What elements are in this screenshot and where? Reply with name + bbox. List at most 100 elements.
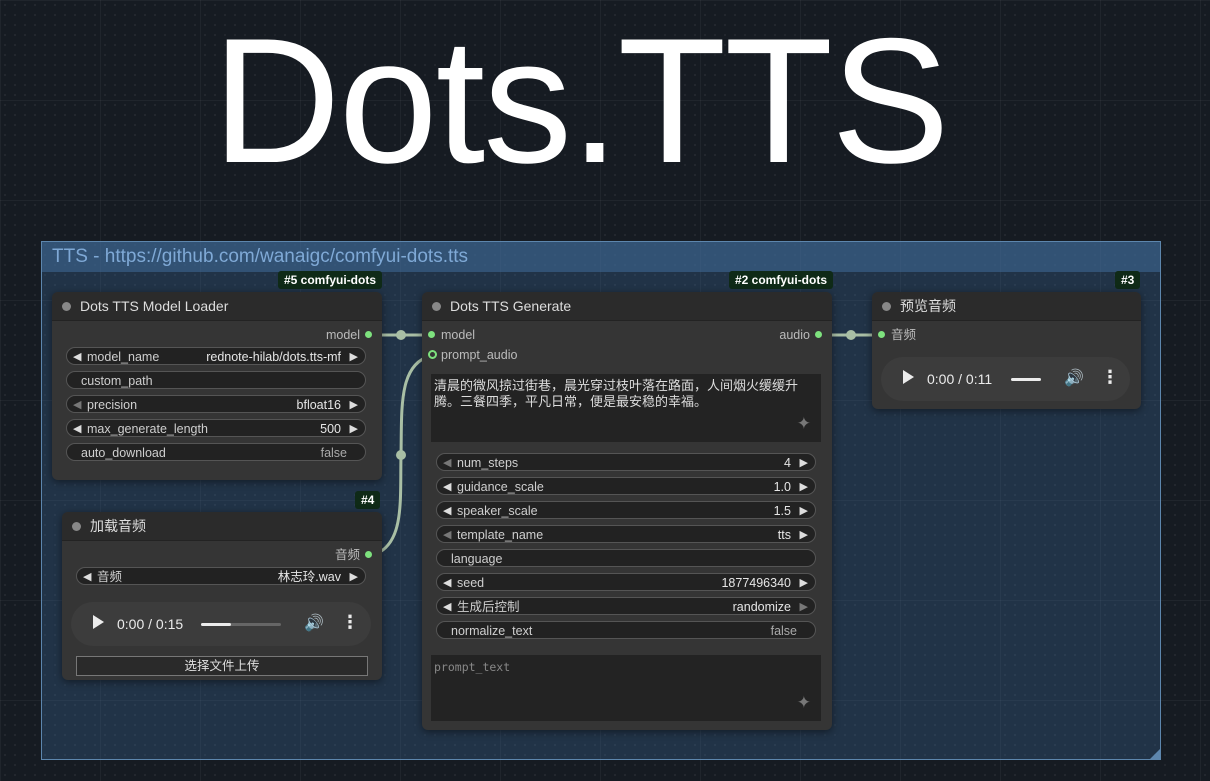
widget-label: custom_path bbox=[81, 374, 153, 388]
widget-value: bfloat16 bbox=[296, 398, 341, 412]
group-title[interactable]: TTS - https://github.com/wanaigc/comfyui… bbox=[42, 242, 1160, 272]
widget-template-name[interactable]: ◀ template_name tts ▶ bbox=[436, 525, 816, 543]
volume-icon[interactable]: 🔊 bbox=[304, 613, 324, 633]
audio-player[interactable]: 0:00 / 0:11 🔊 ⋮ bbox=[881, 357, 1130, 401]
input-port-prompt-audio[interactable]: prompt_audio bbox=[428, 347, 517, 363]
increment-arrow-icon[interactable]: ▶ bbox=[800, 478, 808, 496]
decrement-arrow-icon[interactable]: ◀ bbox=[73, 396, 81, 414]
decrement-arrow-icon[interactable]: ◀ bbox=[443, 526, 451, 544]
sparkle-icon[interactable]: ✦ bbox=[797, 694, 811, 711]
collapse-dot-icon[interactable] bbox=[432, 302, 441, 311]
upload-file-button[interactable]: 选择文件上传 bbox=[76, 656, 368, 676]
decrement-arrow-icon[interactable]: ◀ bbox=[443, 502, 451, 520]
widget-label: seed bbox=[457, 576, 485, 590]
widget-value: randomize bbox=[732, 600, 791, 614]
widget-normalize-text[interactable]: normalize_text false bbox=[436, 621, 816, 639]
widget-value: 林志玲.wav bbox=[277, 570, 341, 584]
increment-arrow-icon[interactable]: ▶ bbox=[800, 454, 808, 472]
widget-value: 1.0 bbox=[773, 480, 791, 494]
increment-arrow-icon[interactable]: ▶ bbox=[800, 502, 808, 520]
output-dot-icon[interactable] bbox=[365, 331, 372, 338]
decrement-arrow-icon[interactable]: ◀ bbox=[73, 348, 81, 366]
output-port-audio[interactable]: audio bbox=[779, 327, 822, 343]
input-label: prompt_audio bbox=[441, 348, 518, 362]
widget-guidance-scale[interactable]: ◀ guidance_scale 1.0 ▶ bbox=[436, 477, 816, 495]
load-audio-node[interactable]: 加载音频 音频 ◀ 音频 林志玲.wav ▶ 0:00 / 0:15 🔊 ⋮ 选… bbox=[62, 512, 382, 680]
volume-icon[interactable]: 🔊 bbox=[1064, 368, 1084, 388]
widget-control-after-generate[interactable]: ◀ 生成后控制 randomize ▶ bbox=[436, 597, 816, 615]
widget-language[interactable]: language bbox=[436, 549, 816, 567]
increment-arrow-icon[interactable]: ▶ bbox=[800, 598, 808, 616]
node-title-bar[interactable]: Dots TTS Model Loader bbox=[52, 292, 382, 321]
tts-generate-node[interactable]: Dots TTS Generate model prompt_audio aud… bbox=[422, 292, 832, 730]
collapse-dot-icon[interactable] bbox=[72, 522, 81, 531]
audio-seek-bar[interactable] bbox=[1011, 378, 1041, 381]
node-title-bar[interactable]: 预览音频 bbox=[872, 292, 1141, 321]
sparkle-icon[interactable]: ✦ bbox=[797, 415, 811, 432]
increment-arrow-icon[interactable]: ▶ bbox=[350, 396, 358, 414]
decrement-arrow-icon[interactable]: ◀ bbox=[73, 420, 81, 438]
output-dot-icon[interactable] bbox=[365, 551, 372, 558]
group-resize-handle[interactable] bbox=[1150, 749, 1160, 759]
increment-arrow-icon[interactable]: ▶ bbox=[800, 526, 808, 544]
output-dot-icon[interactable] bbox=[815, 331, 822, 338]
decrement-arrow-icon[interactable]: ◀ bbox=[443, 598, 451, 616]
node-badge-loader: #5 comfyui-dots bbox=[278, 271, 383, 289]
widget-model-name[interactable]: ◀ model_name rednote-hilab/dots.tts-mf ▶ bbox=[66, 347, 366, 365]
output-port-audio[interactable]: 音频 bbox=[335, 547, 372, 563]
model-loader-node[interactable]: Dots TTS Model Loader model ◀ model_name… bbox=[52, 292, 382, 480]
node-badge-load-audio: #4 bbox=[355, 491, 381, 509]
text-input-value: 清晨的微风掠过街巷，晨光穿过枝叶落在路面，人间烟火缓缓升腾。三餐四季，平凡日常，… bbox=[434, 378, 799, 409]
node-title-bar[interactable]: 加载音频 bbox=[62, 512, 382, 541]
widget-num-steps[interactable]: ◀ num_steps 4 ▶ bbox=[436, 453, 816, 471]
decrement-arrow-icon[interactable]: ◀ bbox=[83, 568, 91, 586]
prompt-text-input[interactable]: prompt_text ✦ bbox=[431, 655, 821, 721]
text-input[interactable]: 清晨的微风掠过街巷，晨光穿过枝叶落在路面，人间烟火缓缓升腾。三餐四季，平凡日常，… bbox=[431, 374, 821, 442]
widget-value: 4 bbox=[784, 456, 791, 470]
widget-max-generate-length[interactable]: ◀ max_generate_length 500 ▶ bbox=[66, 419, 366, 437]
collapse-dot-icon[interactable] bbox=[882, 302, 891, 311]
preview-audio-node[interactable]: 预览音频 音频 0:00 / 0:11 🔊 ⋮ bbox=[872, 292, 1141, 409]
more-options-icon[interactable]: ⋮ bbox=[341, 612, 359, 633]
play-icon[interactable] bbox=[903, 370, 914, 384]
audio-player[interactable]: 0:00 / 0:15 🔊 ⋮ bbox=[71, 602, 371, 646]
widget-label: normalize_text bbox=[451, 624, 533, 638]
widget-label: guidance_scale bbox=[457, 480, 544, 494]
audio-seek-bar[interactable] bbox=[201, 623, 281, 626]
widget-audio-file[interactable]: ◀ 音频 林志玲.wav ▶ bbox=[76, 567, 366, 585]
audio-time: 0:00 / 0:15 bbox=[117, 616, 184, 632]
node-title: 预览音频 bbox=[900, 298, 956, 314]
widget-label: num_steps bbox=[457, 456, 519, 470]
input-label: 音频 bbox=[891, 328, 917, 342]
more-options-icon[interactable]: ⋮ bbox=[1101, 367, 1119, 388]
widget-value: rednote-hilab/dots.tts-mf bbox=[206, 350, 341, 364]
widget-speaker-scale[interactable]: ◀ speaker_scale 1.5 ▶ bbox=[436, 501, 816, 519]
widget-auto-download[interactable]: auto_download false bbox=[66, 443, 366, 461]
input-dot-icon[interactable] bbox=[428, 331, 435, 338]
increment-arrow-icon[interactable]: ▶ bbox=[350, 348, 358, 366]
play-icon[interactable] bbox=[93, 615, 104, 629]
node-title-bar[interactable]: Dots TTS Generate bbox=[422, 292, 832, 321]
node-badge-generate: #2 comfyui-dots bbox=[729, 271, 834, 289]
decrement-arrow-icon[interactable]: ◀ bbox=[443, 478, 451, 496]
output-label: audio bbox=[779, 328, 810, 342]
input-port-audio[interactable]: 音频 bbox=[878, 327, 916, 343]
node-title: Dots TTS Generate bbox=[450, 298, 572, 314]
increment-arrow-icon[interactable]: ▶ bbox=[350, 568, 358, 586]
audio-time: 0:00 / 0:11 bbox=[927, 371, 993, 387]
input-dot-icon[interactable] bbox=[428, 350, 437, 359]
output-label: 音频 bbox=[334, 548, 360, 562]
increment-arrow-icon[interactable]: ▶ bbox=[800, 574, 808, 592]
widget-seed[interactable]: ◀ seed 1877496340 ▶ bbox=[436, 573, 816, 591]
collapse-dot-icon[interactable] bbox=[62, 302, 71, 311]
increment-arrow-icon[interactable]: ▶ bbox=[350, 420, 358, 438]
decrement-arrow-icon[interactable]: ◀ bbox=[443, 574, 451, 592]
widget-precision[interactable]: ◀ precision bfloat16 ▶ bbox=[66, 395, 366, 413]
widget-custom-path[interactable]: custom_path bbox=[66, 371, 366, 389]
node-badge-preview: #3 bbox=[1115, 271, 1141, 289]
input-port-model[interactable]: model bbox=[428, 327, 475, 343]
widget-value: tts bbox=[777, 528, 791, 542]
output-port-model[interactable]: model bbox=[326, 327, 372, 343]
input-dot-icon[interactable] bbox=[878, 331, 885, 338]
decrement-arrow-icon[interactable]: ◀ bbox=[443, 454, 451, 472]
